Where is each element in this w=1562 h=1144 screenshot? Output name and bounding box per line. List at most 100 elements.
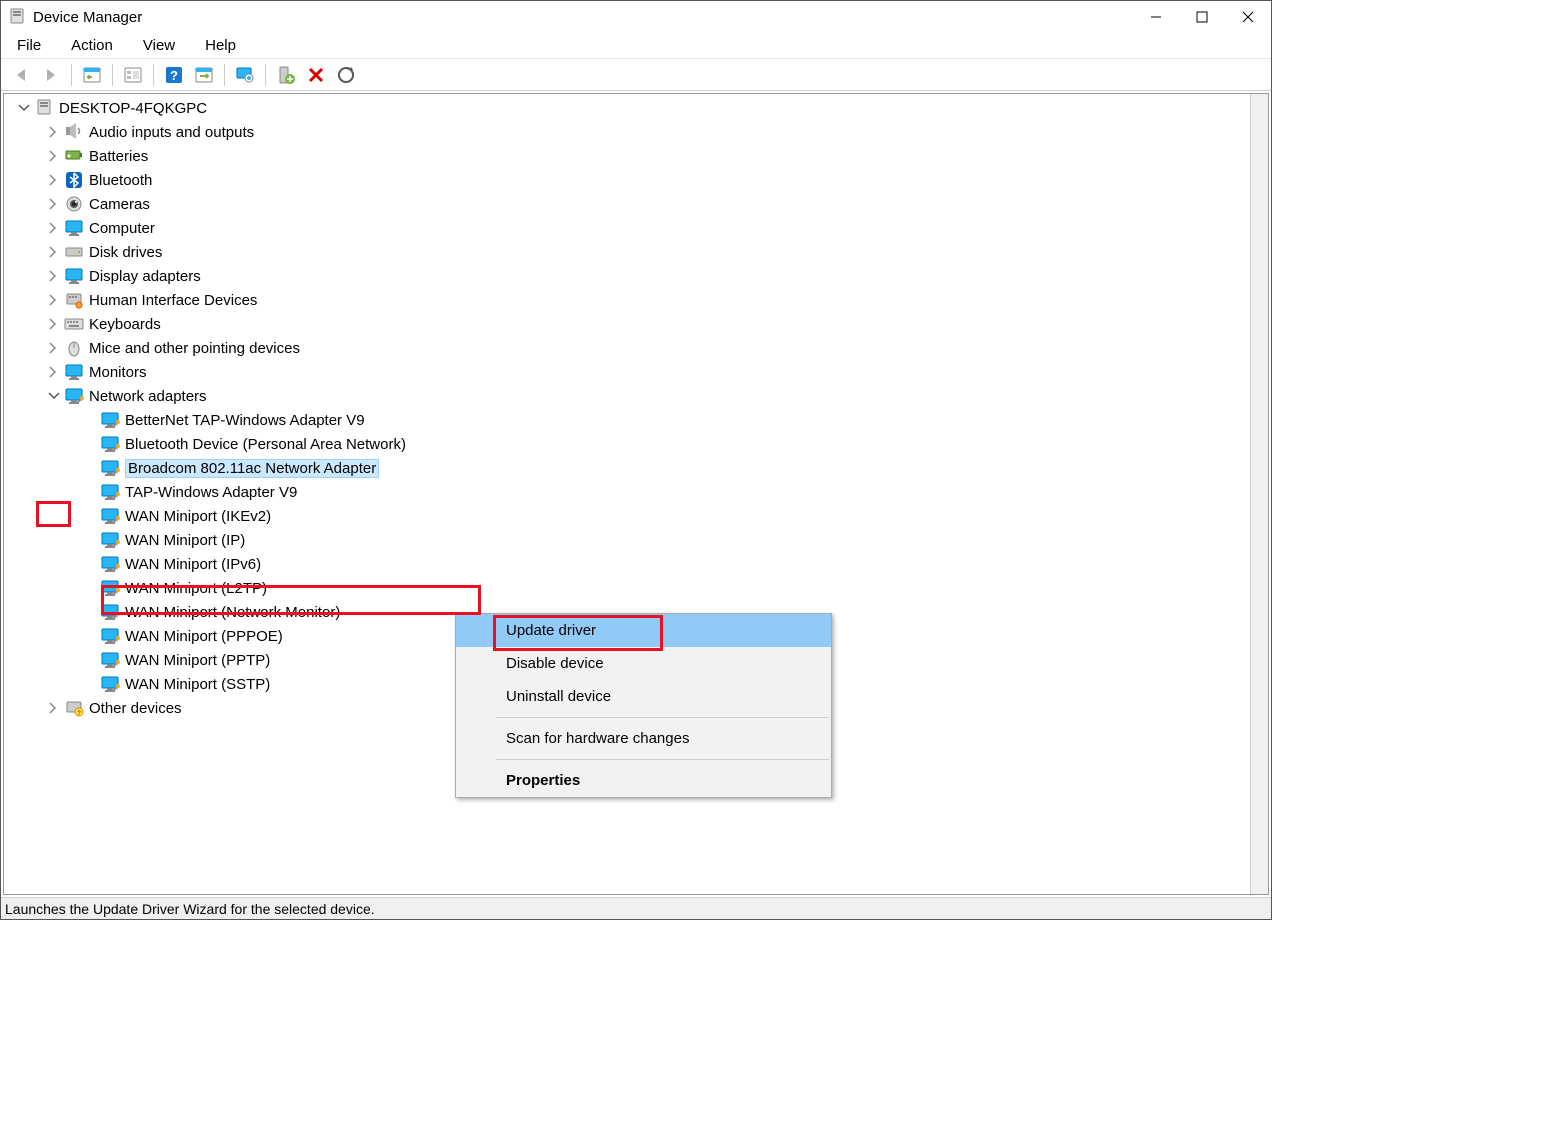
expand-right-icon[interactable] — [46, 700, 62, 716]
tree-device-label: TAP-Windows Adapter V9 — [125, 484, 297, 501]
context-menu-item[interactable]: Disable device — [456, 647, 831, 680]
expand-right-icon[interactable] — [46, 124, 62, 140]
toolbar — [1, 59, 1271, 91]
network-adapter-icon — [100, 411, 120, 429]
tree-device[interactable]: Broadcom 802.11ac Network Adapter — [4, 456, 1268, 480]
tree-category-label: Bluetooth — [89, 172, 152, 189]
context-menu-item[interactable]: Scan for hardware changes — [456, 722, 831, 755]
forward-button[interactable] — [37, 62, 65, 88]
menu-file[interactable]: File — [11, 35, 47, 56]
action-pane-button[interactable] — [190, 62, 218, 88]
context-menu-item[interactable]: Uninstall device — [456, 680, 831, 713]
tree-category[interactable]: Human Interface Devices — [4, 288, 1268, 312]
uninstall-button[interactable] — [302, 62, 330, 88]
expand-right-icon[interactable] — [46, 196, 62, 212]
tree-device[interactable]: BetterNet TAP-Windows Adapter V9 — [4, 408, 1268, 432]
expand-right-icon[interactable] — [46, 292, 62, 308]
minimize-button[interactable] — [1133, 1, 1179, 33]
network-adapter-icon — [100, 675, 120, 693]
tree-category-label: Disk drives — [89, 244, 162, 261]
tree-category-label: Mice and other pointing devices — [89, 340, 300, 357]
window-title: Device Manager — [33, 9, 142, 26]
expand-right-icon[interactable] — [46, 244, 62, 260]
tree-device-label: WAN Miniport (PPTP) — [125, 652, 270, 669]
context-menu-item[interactable]: Properties — [456, 764, 831, 797]
computer-icon — [64, 219, 84, 237]
menu-help[interactable]: Help — [199, 35, 242, 56]
tree-category-label: Keyboards — [89, 316, 161, 333]
bluetooth-icon — [64, 171, 84, 189]
tree-device[interactable]: WAN Miniport (IPv6) — [4, 552, 1268, 576]
tree-device-label: WAN Miniport (PPPOE) — [125, 628, 283, 645]
context-menu-separator — [496, 759, 829, 760]
expand-down-icon[interactable] — [16, 100, 32, 116]
tree-category[interactable]: Audio inputs and outputs — [4, 120, 1268, 144]
audio-icon — [64, 123, 84, 141]
tree-category[interactable]: Keyboards — [4, 312, 1268, 336]
tree-device-label: WAN Miniport (IPv6) — [125, 556, 261, 573]
disk-icon — [64, 243, 84, 261]
tree-category[interactable]: Disk drives — [4, 240, 1268, 264]
camera-icon — [64, 195, 84, 213]
tree-device[interactable]: WAN Miniport (L2TP) — [4, 576, 1268, 600]
tree-category-label: Batteries — [89, 148, 148, 165]
tree-category[interactable]: Computer — [4, 216, 1268, 240]
expand-right-icon[interactable] — [46, 268, 62, 284]
tree-device[interactable]: TAP-Windows Adapter V9 — [4, 480, 1268, 504]
menu-view[interactable]: View — [137, 35, 181, 56]
network-adapter-icon — [100, 531, 120, 549]
tree-device-label: WAN Miniport (L2TP) — [125, 580, 267, 597]
show-hide-tree-button[interactable] — [78, 62, 106, 88]
tree-category[interactable]: Monitors — [4, 360, 1268, 384]
menu-action[interactable]: Action — [65, 35, 119, 56]
tree-category[interactable]: Display adapters — [4, 264, 1268, 288]
tree-device[interactable]: Bluetooth Device (Personal Area Network) — [4, 432, 1268, 456]
network-adapter-icon — [100, 579, 120, 597]
tree-category-label: Cameras — [89, 196, 150, 213]
expand-right-icon[interactable] — [46, 340, 62, 356]
tree-category[interactable]: Batteries — [4, 144, 1268, 168]
network-adapter-icon — [100, 435, 120, 453]
tree-category[interactable]: Network adapters — [4, 384, 1268, 408]
tree-category-label: Human Interface Devices — [89, 292, 257, 309]
monitor-icon — [64, 363, 84, 381]
tree-device[interactable]: WAN Miniport (IP) — [4, 528, 1268, 552]
expand-right-icon[interactable] — [46, 316, 62, 332]
tree-category-label: Monitors — [89, 364, 147, 381]
expand-right-icon[interactable] — [46, 364, 62, 380]
battery-icon — [64, 147, 84, 165]
tree-category-label: Network adapters — [89, 388, 207, 405]
help-button[interactable] — [160, 62, 188, 88]
context-menu-separator — [496, 717, 829, 718]
tree-category[interactable]: Bluetooth — [4, 168, 1268, 192]
title-bar: Device Manager — [1, 1, 1271, 33]
device-manager-window: Device Manager File Action View Help DES… — [0, 0, 1272, 920]
display-icon — [64, 267, 84, 285]
status-bar: Launches the Update Driver Wizard for th… — [1, 897, 1271, 919]
close-button[interactable] — [1225, 1, 1271, 33]
tree-device[interactable]: WAN Miniport (IKEv2) — [4, 504, 1268, 528]
disable-button[interactable] — [332, 62, 360, 88]
expand-right-icon[interactable] — [46, 172, 62, 188]
other-icon — [64, 699, 84, 717]
tree-category-label: Other devices — [89, 700, 182, 717]
context-menu: Update driverDisable deviceUninstall dev… — [455, 613, 832, 798]
network-adapter-icon — [100, 483, 120, 501]
context-menu-item[interactable]: Update driver — [456, 614, 831, 647]
network-adapter-icon — [100, 507, 120, 525]
properties-button[interactable] — [119, 62, 147, 88]
back-button[interactable] — [7, 62, 35, 88]
update-driver-button[interactable] — [272, 62, 300, 88]
tree-root[interactable]: DESKTOP-4FQKGPC — [4, 96, 1268, 120]
scan-hardware-button[interactable] — [231, 62, 259, 88]
expand-right-icon[interactable] — [46, 148, 62, 164]
tree-category[interactable]: Mice and other pointing devices — [4, 336, 1268, 360]
tree-device-label: WAN Miniport (Network Monitor) — [125, 604, 340, 621]
keyboard-icon — [64, 315, 84, 333]
tree-category[interactable]: Cameras — [4, 192, 1268, 216]
expand-down-icon[interactable] — [46, 388, 62, 404]
maximize-button[interactable] — [1179, 1, 1225, 33]
computer-icon — [34, 99, 54, 117]
tree-device-label: BetterNet TAP-Windows Adapter V9 — [125, 412, 365, 429]
expand-right-icon[interactable] — [46, 220, 62, 236]
